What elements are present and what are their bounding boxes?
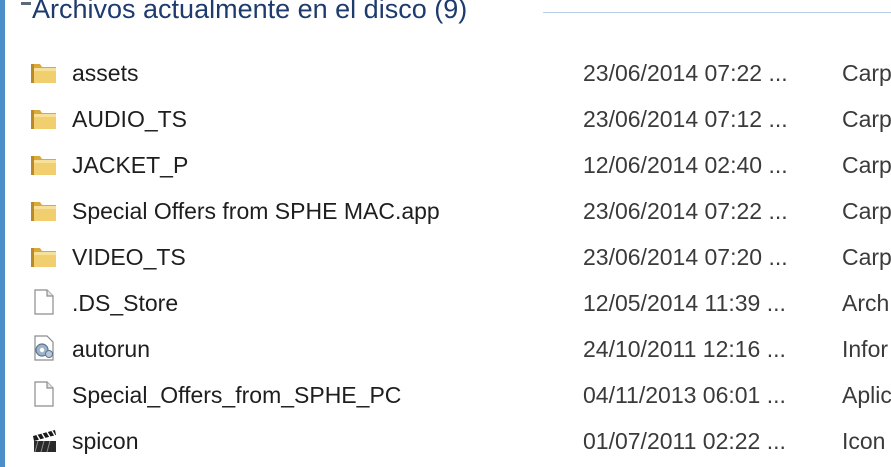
folder-icon [29, 104, 59, 132]
file-type: Carp [842, 198, 891, 224]
file-date: 24/10/2011 12:16 ... [583, 336, 786, 362]
group-divider [543, 12, 891, 13]
file-type: Carp [842, 60, 891, 86]
file-date: 23/06/2014 07:22 ... [583, 198, 788, 224]
file-type: Carp [842, 106, 891, 132]
group-title: Archivos actualmente en el disco (9) [32, 0, 468, 24]
clapperboard-icon [29, 426, 59, 454]
file-type: Carp [842, 152, 891, 178]
file-type: Arch [842, 290, 890, 316]
blank-file-icon [29, 380, 59, 408]
folder-icon [29, 150, 59, 178]
file-type: Icon [842, 428, 886, 454]
folder-icon [29, 58, 59, 86]
file-row[interactable]: AUDIO_TS 23/06/2014 07:12 ... Carp [0, 96, 891, 142]
settings-file-icon [29, 334, 59, 362]
collapse-icon[interactable] [21, 2, 31, 5]
file-name: .DS_Store [72, 290, 179, 316]
blank-file-icon [29, 288, 59, 316]
file-date: 23/06/2014 07:12 ... [583, 106, 788, 132]
file-date: 23/06/2014 07:20 ... [583, 244, 788, 270]
file-date: 04/11/2013 06:01 ... [583, 382, 786, 408]
file-row[interactable]: spicon 01/07/2011 02:22 ... Icon [0, 418, 891, 464]
file-name: AUDIO_TS [72, 106, 188, 132]
file-name: JACKET_P [72, 152, 189, 178]
folder-icon [29, 196, 59, 224]
file-name: assets [72, 60, 139, 86]
file-date: 01/07/2011 02:22 ... [583, 428, 786, 454]
file-row[interactable]: assets 23/06/2014 07:22 ... Carp [0, 50, 891, 96]
file-row[interactable]: Special_Offers_from_SPHE_PC 04/11/2013 0… [0, 372, 891, 418]
group-header[interactable]: Archivos actualmente en el disco (9) [8, 0, 891, 30]
file-row[interactable]: autorun 24/10/2011 12:16 ... Infor [0, 326, 891, 372]
file-type: Infor [842, 336, 889, 362]
file-name: spicon [72, 428, 139, 454]
file-row[interactable]: .DS_Store 12/05/2014 11:39 ... Arch [0, 280, 891, 326]
folder-icon [29, 242, 59, 270]
file-type: Aplic [842, 382, 891, 408]
file-name: autorun [72, 336, 151, 362]
file-date: 23/06/2014 07:22 ... [583, 60, 788, 86]
file-name: Special Offers from SPHE MAC.app [72, 198, 440, 224]
file-row[interactable]: VIDEO_TS 23/06/2014 07:20 ... Carp [0, 234, 891, 280]
file-type: Carp [842, 244, 891, 270]
file-row[interactable]: JACKET_P 12/06/2014 02:40 ... Carp [0, 142, 891, 188]
file-name: VIDEO_TS [72, 244, 186, 270]
file-date: 12/06/2014 02:40 ... [583, 152, 788, 178]
file-date: 12/05/2014 11:39 ... [583, 290, 786, 316]
file-row[interactable]: Special Offers from SPHE MAC.app 23/06/2… [0, 188, 891, 234]
file-name: Special_Offers_from_SPHE_PC [72, 382, 402, 408]
